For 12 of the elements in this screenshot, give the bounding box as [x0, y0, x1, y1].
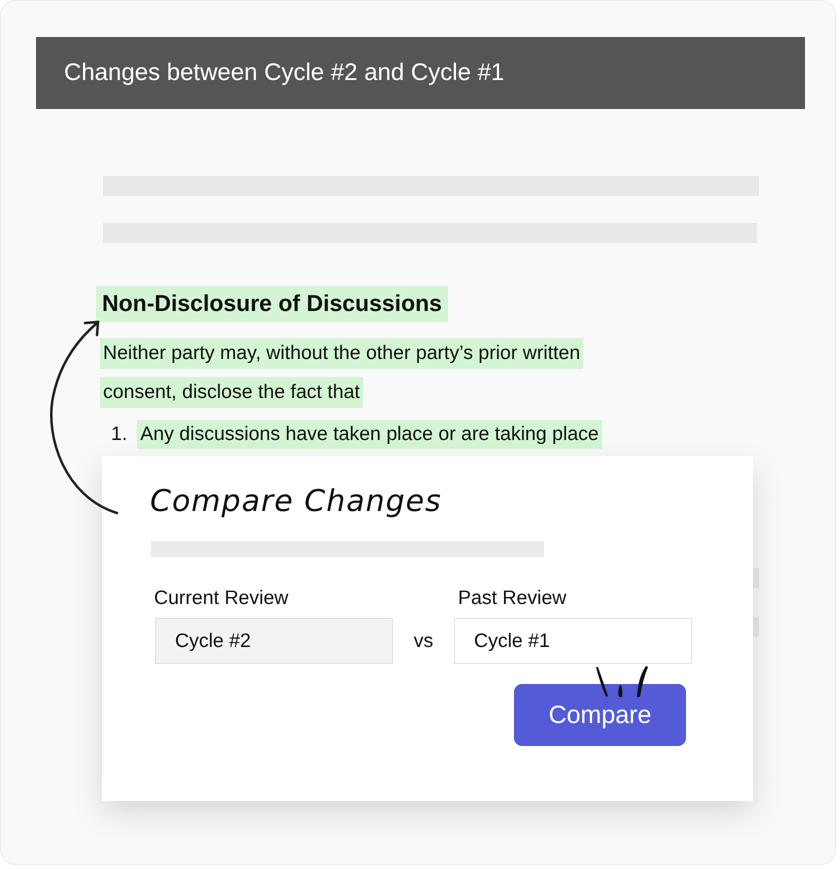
input-field[interactable]: Cycle #1 — [454, 618, 692, 664]
field-label: Past Review — [458, 587, 568, 610]
input-field: Cycle #2 — [155, 618, 393, 664]
list-number: 1. — [111, 423, 128, 446]
section-heading: Non-Disclosure of Discussions — [96, 286, 448, 322]
dialog-title: Compare Changes — [150, 484, 443, 519]
vs-label: vs — [412, 629, 434, 654]
compare-button[interactable]: Compare — [514, 684, 686, 746]
header-title: Changes between Cycle #2 and Cycle #1 — [64, 59, 504, 87]
list-item-text: Any discussions have taken place or are taking place — [137, 420, 602, 449]
sparkle-marks-icon — [594, 665, 650, 699]
field-label: Current Review — [154, 587, 290, 610]
